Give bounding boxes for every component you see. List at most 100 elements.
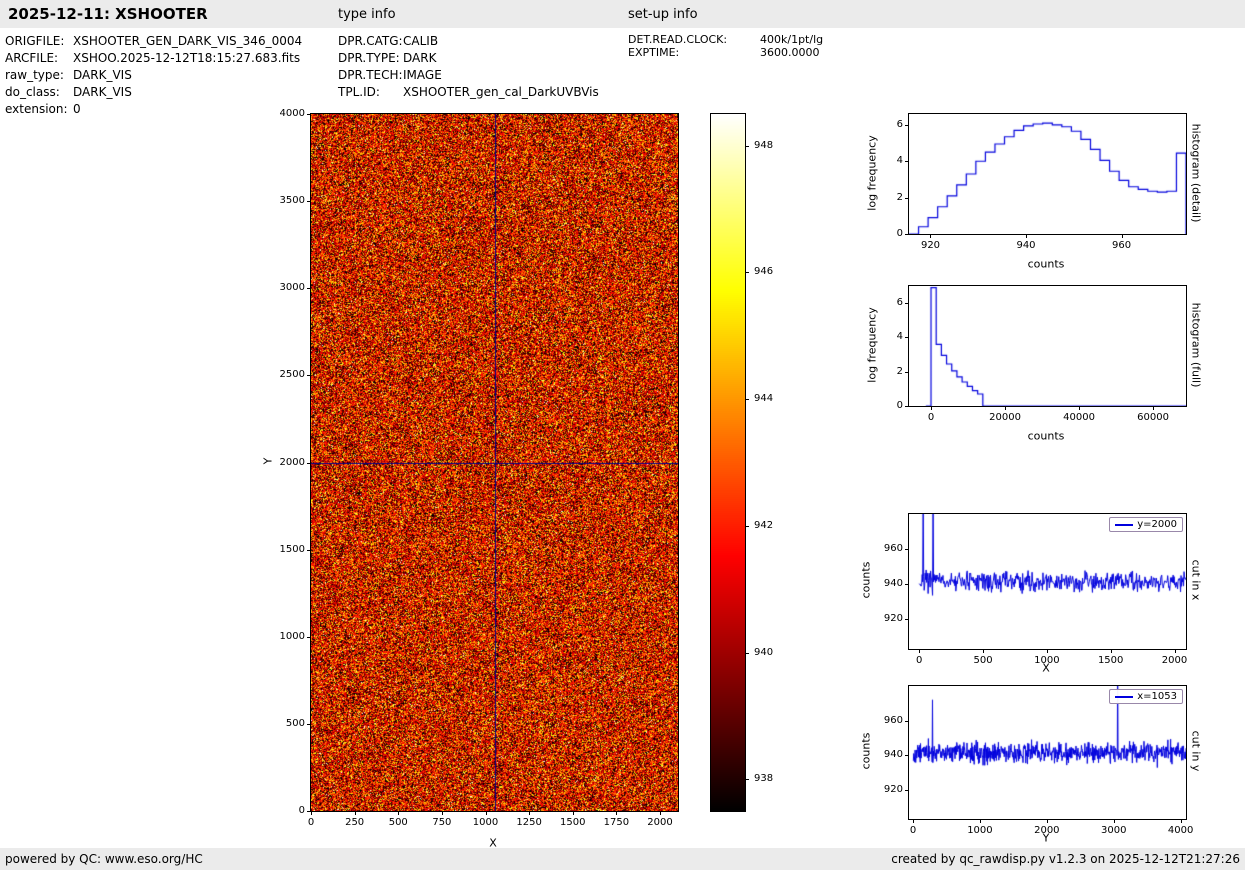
x-tick-label: 4000: [1167, 825, 1194, 836]
y-tick-label: 0: [298, 805, 305, 816]
x-tick-mark: [1180, 819, 1182, 823]
file-info-block: ORIGFILE: XSHOOTER_GEN_DARK_VIS_346_0004 …: [5, 34, 302, 119]
x-tick-label: 960: [1111, 240, 1132, 251]
setup-info-heading: set-up info: [628, 7, 698, 22]
colorbar-tick-label: 942: [754, 519, 774, 531]
colorbar: 938 940 942 944 946 948: [710, 113, 773, 812]
type-info-block: DPR.CATG:CALIB DPR.TYPE: DARK DPR.TECH:IM…: [338, 34, 599, 102]
info-value: XSHOOTER_GEN_DARK_VIS_346_0004: [73, 34, 303, 48]
y-tick-label: 4: [896, 155, 903, 167]
info-label: do_class:: [5, 85, 60, 99]
colorbar-tick-label: 938: [754, 773, 774, 785]
x-tick-mark: [398, 811, 400, 815]
y-tick-mark: [905, 337, 909, 339]
x-tick-label: 2000: [647, 817, 673, 828]
x-tick-label: 2000: [1161, 655, 1188, 666]
setup-info-block: DET.READ.CLOCK: 400k/1pt/lg EXPTIME: 3600.…: [628, 33, 823, 59]
histogram-full-plot: 0 20000 40000 60000 0 2 4 6: [897, 285, 1187, 423]
x-tick-mark: [1046, 649, 1048, 653]
x-tick-mark: [919, 649, 921, 653]
cut-x-x-label: X: [1042, 661, 1050, 675]
hist-detail-x-label: counts: [1027, 257, 1065, 271]
y-tick-mark: [307, 811, 311, 812]
x-tick-label: 500: [973, 655, 993, 666]
cut-in-y-canvas: [909, 686, 1186, 819]
x-tick-mark: [930, 234, 932, 238]
x-tick-mark: [485, 811, 487, 815]
x-tick-label: 3000: [1101, 825, 1127, 836]
y-tick-label: 3000: [279, 282, 305, 294]
y-tick-mark: [307, 462, 311, 464]
info-value: 3600.0000: [760, 46, 820, 59]
x-tick-mark: [1113, 819, 1115, 823]
y-tick-mark: [905, 234, 909, 235]
cut-in-x-plot: y=2000 0 500 1000 1500 2000 920 940 960: [884, 513, 1187, 666]
legend-label: x=1053: [1137, 691, 1177, 702]
x-tick-mark: [616, 811, 618, 815]
x-tick-mark: [1174, 649, 1176, 653]
info-row: DET.READ.CLOCK: 400k/1pt/lg: [628, 33, 823, 46]
y-tick-mark: [905, 789, 909, 791]
x-tick-label: 1500: [1097, 655, 1124, 666]
histogram-full-canvas: [909, 286, 1186, 406]
info-value: XSHOO.2025-12-12T18:15:27.683.fits: [73, 51, 301, 65]
colorbar-tick-label: 944: [754, 393, 774, 405]
info-value: DARK_VIS: [73, 68, 132, 82]
x-tick-label: 1000: [967, 825, 993, 836]
legend-cut-y: x=1053: [1109, 689, 1183, 704]
info-row: ARCFILE: XSHOO.2025-12-12T18:15:27.683.fi…: [5, 51, 302, 68]
hist-full-right-label: histogram (full): [1189, 302, 1203, 388]
legend-label: y=2000: [1137, 519, 1177, 530]
info-row: raw_type: DARK_VIS: [5, 68, 302, 85]
x-tick-label: 20000: [989, 412, 1021, 423]
footer-right-text: created by qc_rawdisp.py v1.2.3 on 2025-…: [891, 852, 1240, 866]
info-row: DPR.TYPE: DARK: [338, 51, 599, 68]
info-label: raw_type:: [5, 68, 64, 82]
colorbar-tick-label: 948: [754, 139, 774, 151]
x-tick-mark: [1046, 819, 1048, 823]
y-tick-mark: [307, 549, 311, 551]
x-tick-mark: [1110, 649, 1112, 653]
hist-full-x-label: counts: [1027, 429, 1065, 443]
colorbar-tick-mark: [745, 652, 749, 654]
hist-full-y-label: log frequency: [865, 307, 879, 383]
y-tick-label: 920: [883, 783, 903, 795]
colorbar-tick-label: 946: [754, 266, 774, 278]
info-value: 0: [73, 102, 81, 116]
info-row: TPL.ID: XSHOOTER_gen_cal_DarkUVBVis: [338, 85, 599, 102]
x-tick-label: 940: [1016, 240, 1036, 251]
info-label: DET.READ.CLOCK:: [628, 33, 728, 46]
legend-line-sample: [1115, 523, 1134, 526]
info-label: TPL.ID:: [338, 85, 380, 99]
page-title: 2025-12-11: XSHOOTER: [8, 5, 208, 23]
info-value: IMAGE: [403, 68, 442, 82]
info-value: DARK_VIS: [73, 85, 132, 99]
footer-left-text: powered by QC: www.eso.org/HC: [5, 852, 203, 866]
y-tick-mark: [905, 755, 909, 757]
info-label: DPR.TECH:: [338, 68, 403, 82]
y-tick-mark: [905, 549, 909, 551]
x-tick-mark: [441, 811, 443, 815]
x-tick-mark: [572, 811, 574, 815]
y-tick-mark: [905, 406, 909, 407]
y-tick-label: 1000: [279, 630, 305, 642]
main-y-axis-label: Y: [261, 457, 275, 465]
y-tick-mark: [905, 371, 909, 373]
y-tick-mark: [905, 720, 909, 722]
y-tick-label: 960: [883, 714, 903, 726]
y-tick-label: 2: [896, 365, 903, 377]
x-tick-mark: [529, 811, 531, 815]
y-tick-mark: [905, 303, 909, 305]
info-row: DPR.CATG:CALIB: [338, 34, 599, 51]
y-tick-mark: [905, 584, 909, 586]
y-tick-mark: [307, 114, 311, 115]
info-label: ORIGFILE:: [5, 34, 65, 48]
cut-y-right-label: cut in y: [1189, 730, 1203, 772]
x-tick-mark: [1079, 406, 1081, 410]
cut-in-x-canvas: [909, 514, 1186, 649]
histogram-detail-canvas: [909, 114, 1186, 234]
type-info-heading: type info: [338, 7, 396, 22]
y-tick-mark: [905, 197, 909, 199]
x-tick-mark: [931, 406, 933, 410]
info-value: XSHOOTER_gen_cal_DarkUVBVis: [403, 85, 599, 99]
